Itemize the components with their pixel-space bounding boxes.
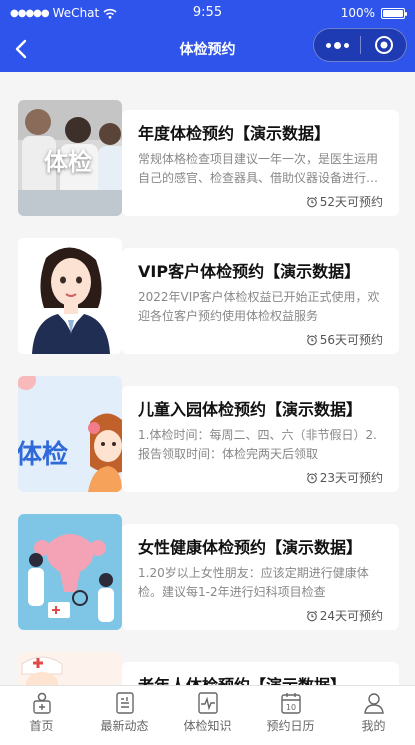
status-bar: ●●●●● WeChat 9:55 100%: [0, 0, 415, 26]
close-button[interactable]: [361, 29, 406, 61]
card-title: 年度体检预约【演示数据】: [138, 124, 331, 143]
svg-text:10: 10: [285, 703, 295, 712]
availability: 23天可预约: [306, 469, 383, 486]
header: ●●●●● WeChat 9:55 100% 体检预约: [0, 0, 415, 72]
card-description: 常规体格检查项目建议一年一次，是医生运用自己的感官、检查器具、借助仪器设备进行检…: [138, 152, 379, 185]
tab-label: 我的: [361, 719, 386, 733]
list-item[interactable]: 体检 儿童入园体检预约【演示数据】 1.体检时间：每周二、四、六（非节假日）2.…: [18, 376, 399, 492]
user-icon: [363, 693, 384, 714]
list-item[interactable]: 女性健康体检预约【演示数据】 1.20岁以上女性朋友：应该定期进行健康体检。建议…: [18, 514, 399, 630]
tab-calendar[interactable]: 10 预约日历: [249, 686, 332, 745]
alarm-clock-icon: [306, 472, 317, 483]
appointment-list: 体检 年度体检预约【演示数据】 常规体格检查项目建议一年一次，是医生运用自己的感…: [0, 72, 415, 685]
availability: 56天可预约: [306, 331, 383, 348]
card-title: VIP客户体检预约【演示数据】: [138, 262, 361, 281]
battery-icon: [381, 7, 407, 19]
card-info: 老年人体检预约【演示数据】: [122, 662, 399, 685]
card-info: 年度体检预约【演示数据】 常规体格检查项目建议一年一次，是医生运用自己的感官、检…: [122, 110, 399, 216]
tab-label: 最新动态: [100, 719, 149, 733]
woman-avatar-illustration: [18, 238, 122, 354]
card-description: 2022年VIP客户体检权益已开始正式使用，欢迎各位客户预约使用体检权益服务: [138, 290, 380, 323]
list-item[interactable]: 老年人体检预约【演示数据】: [18, 652, 399, 685]
card-thumbnail: [18, 238, 122, 354]
heartbeat-icon: [197, 692, 218, 714]
tab-mine[interactable]: 我的: [332, 686, 415, 745]
status-right: 100%: [340, 6, 407, 20]
bottom-tab-bar: 首页 最新动态 体检知识 10 预约日历 我的: [0, 685, 415, 745]
card-thumbnail: [18, 652, 122, 685]
card-title: 女性健康体检预约【演示数据】: [138, 538, 363, 557]
tab-knowledge[interactable]: 体检知识: [166, 686, 249, 745]
card-info: 儿童入园体检预约【演示数据】 1.体检时间：每周二、四、六（非节假日）2.报告领…: [122, 386, 399, 492]
nav-bar: 体检预约: [0, 28, 415, 70]
target-circle-icon: [374, 36, 393, 54]
alarm-clock-icon: [306, 334, 317, 345]
card-title: 老年人体检预约【演示数据】: [138, 674, 387, 685]
battery-percent: 100%: [340, 6, 375, 20]
thumb-label: 体检: [18, 440, 69, 470]
card-description: 1.20岁以上女性朋友：应该定期进行健康体检。建议每1-2年进行妇科项目检查: [138, 566, 369, 599]
battery-fill: [383, 9, 403, 17]
availability: 24天可预约: [306, 607, 383, 624]
card-title: 儿童入园体检预约【演示数据】: [138, 400, 363, 419]
card-thumbnail: 体检: [18, 376, 122, 492]
availability-label: 24天可预约: [319, 609, 383, 623]
nurse-illustration: [18, 652, 122, 685]
card-thumbnail: [18, 514, 122, 630]
list-item[interactable]: VIP客户体检预约【演示数据】 2022年VIP客户体检权益已开始正式使用，欢迎…: [18, 238, 399, 354]
tab-label: 首页: [29, 719, 54, 733]
more-dots-icon: [325, 41, 349, 49]
mini-program-capsule: [313, 28, 407, 62]
more-button[interactable]: [314, 29, 360, 61]
calendar-icon: 10: [280, 693, 301, 714]
female-health-illustration: [18, 514, 122, 630]
thumb-label: 体检: [44, 148, 92, 176]
alarm-clock-icon: [306, 196, 317, 207]
card-info: VIP客户体检预约【演示数据】 2022年VIP客户体检权益已开始正式使用，欢迎…: [122, 248, 399, 354]
availability-label: 52天可预约: [319, 195, 383, 209]
card-thumbnail: 体检: [18, 100, 122, 216]
availability: 52天可预约: [306, 193, 383, 210]
card-description: 1.体检时间：每周二、四、六（非节假日）2.报告领取时间：体检完两天后领取: [138, 428, 377, 461]
tab-home[interactable]: 首页: [0, 686, 83, 745]
availability-label: 23天可预约: [319, 471, 383, 485]
news-icon: [115, 692, 134, 714]
list-item[interactable]: 体检 年度体检预约【演示数据】 常规体格检查项目建议一年一次，是医生运用自己的感…: [18, 100, 399, 216]
tab-label: 预约日历: [266, 719, 315, 733]
tab-label: 体检知识: [183, 719, 232, 733]
card-info: 女性健康体检预约【演示数据】 1.20岁以上女性朋友：应该定期进行健康体检。建议…: [122, 524, 399, 630]
alarm-clock-icon: [306, 610, 317, 621]
home-plus-icon: [32, 692, 51, 714]
tab-news[interactable]: 最新动态: [83, 686, 166, 745]
availability-label: 56天可预约: [319, 333, 383, 347]
